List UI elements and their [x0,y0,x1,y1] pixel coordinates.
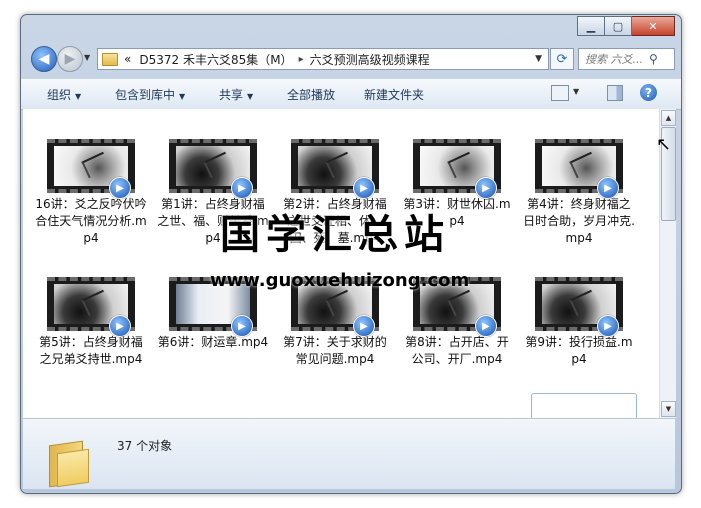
media-player-icon: ▶ [109,315,131,337]
file-item[interactable]: ▶ 16讲：爻之反吟伏吟合住天气情况分析.mp4 [35,139,147,247]
watermark-text: 国学汇总站 [220,212,450,258]
address-dropdown-icon[interactable]: ▼ [535,54,542,64]
address-bar[interactable]: « D5372 禾丰六爻85集（M） ▸ 六爻预测高级视频课程 ▼ [97,48,549,70]
close-button[interactable]: ✕ [632,16,675,36]
media-player-icon: ▶ [353,315,375,337]
file-label: 第7讲：关于求财的常见问题.mp4 [283,335,387,366]
view-dropdown-icon[interactable]: ▼ [573,87,579,96]
media-player-icon: ▶ [231,315,253,337]
media-player-icon: ▶ [597,315,619,337]
mouse-cursor-icon: ↖ [656,134,672,155]
forward-button[interactable]: ▶ [57,46,83,72]
file-label: 第4讲：终身财福之日时合助，岁月冲克.mp4 [523,197,635,245]
breadcrumb-separator-icon[interactable]: ▸ [299,54,304,65]
play-all-button[interactable]: 全部播放 [287,86,335,103]
chevron-down-icon: ▼ [247,92,254,101]
search-input[interactable]: 搜索 六爻... ⚲ [578,48,675,70]
folder-icon [102,52,118,66]
scroll-up-icon[interactable]: ▲ [661,110,676,126]
view-options-icon[interactable] [551,85,569,101]
file-label: 16讲：爻之反吟伏吟合住天气情况分析.mp4 [35,197,147,245]
command-toolbar: 组织 ▼ 包含到库中 ▼ 共享 ▼ 全部播放 新建文件夹 ▼ ? [21,78,681,110]
file-item[interactable]: ▶ 第4讲：终身财福之日时合助，岁月冲克.mp4 [523,139,635,247]
media-player-icon: ▶ [475,177,497,199]
share-menu[interactable]: 共享 ▼ [219,86,253,103]
file-label: 第8讲：占开店、开公司、开厂.mp4 [405,335,509,366]
file-label: 第5讲：占终身财福之兄弟爻持世.mp4 [39,335,143,366]
item-count: 37 个对象 [117,439,173,453]
breadcrumb-item[interactable]: D5372 禾丰六爻85集（M） [139,51,292,68]
media-player-icon: ▶ [231,177,253,199]
chevron-down-icon: ▼ [75,92,82,101]
folder-icon [49,439,89,488]
caption-buttons: ▁ ▢ ✕ [577,16,675,36]
file-label: 第9讲：投行损益.mp4 [525,335,633,366]
search-icon[interactable]: ⚲ [649,52,658,66]
media-player-icon: ▶ [475,315,497,337]
file-list: ▶ 16讲：爻之反吟伏吟合住天气情况分析.mp4 ▶ 第1讲：占终身财福之世、福… [23,109,659,433]
scroll-down-icon[interactable]: ▼ [661,401,676,417]
history-dropdown-icon[interactable]: ▼ [84,53,90,62]
refresh-button[interactable]: ⟳ [550,48,574,70]
organize-menu[interactable]: 组织 ▼ [47,86,81,103]
vertical-scrollbar[interactable]: ▲ ▼ [659,109,676,418]
preview-pane-icon[interactable] [607,85,623,101]
chevron-down-icon: ▼ [179,92,186,101]
minimize-button[interactable]: ▁ [577,16,605,36]
back-button[interactable]: ◀ [31,46,57,72]
file-item[interactable]: ▶ 第9讲：投行损益.mp4 [523,277,635,368]
media-player-icon: ▶ [353,177,375,199]
breadcrumb-prefix[interactable]: « [124,52,131,66]
breadcrumb-item[interactable]: 六爻预测高级视频课程 [310,51,430,68]
file-label: 第6讲：财运章.mp4 [157,335,269,349]
file-item[interactable]: ▶ 第5讲：占终身财福之兄弟爻持世.mp4 [35,277,147,368]
help-icon[interactable]: ? [640,84,657,101]
media-player-icon: ▶ [597,177,619,199]
search-placeholder: 搜索 六爻... [585,53,643,66]
include-library-menu[interactable]: 包含到库中 ▼ [115,86,185,103]
new-folder-button[interactable]: 新建文件夹 [364,86,424,103]
watermark-url: www.guoxuehuizong.com [210,270,470,291]
maximize-button[interactable]: ▢ [605,16,632,36]
address-row: ◀ ▶ ▼ « D5372 禾丰六爻85集（M） ▸ 六爻预测高级视频课程 ▼ … [27,43,675,75]
media-player-icon: ▶ [109,177,131,199]
details-pane: 37 个对象 [23,418,675,489]
